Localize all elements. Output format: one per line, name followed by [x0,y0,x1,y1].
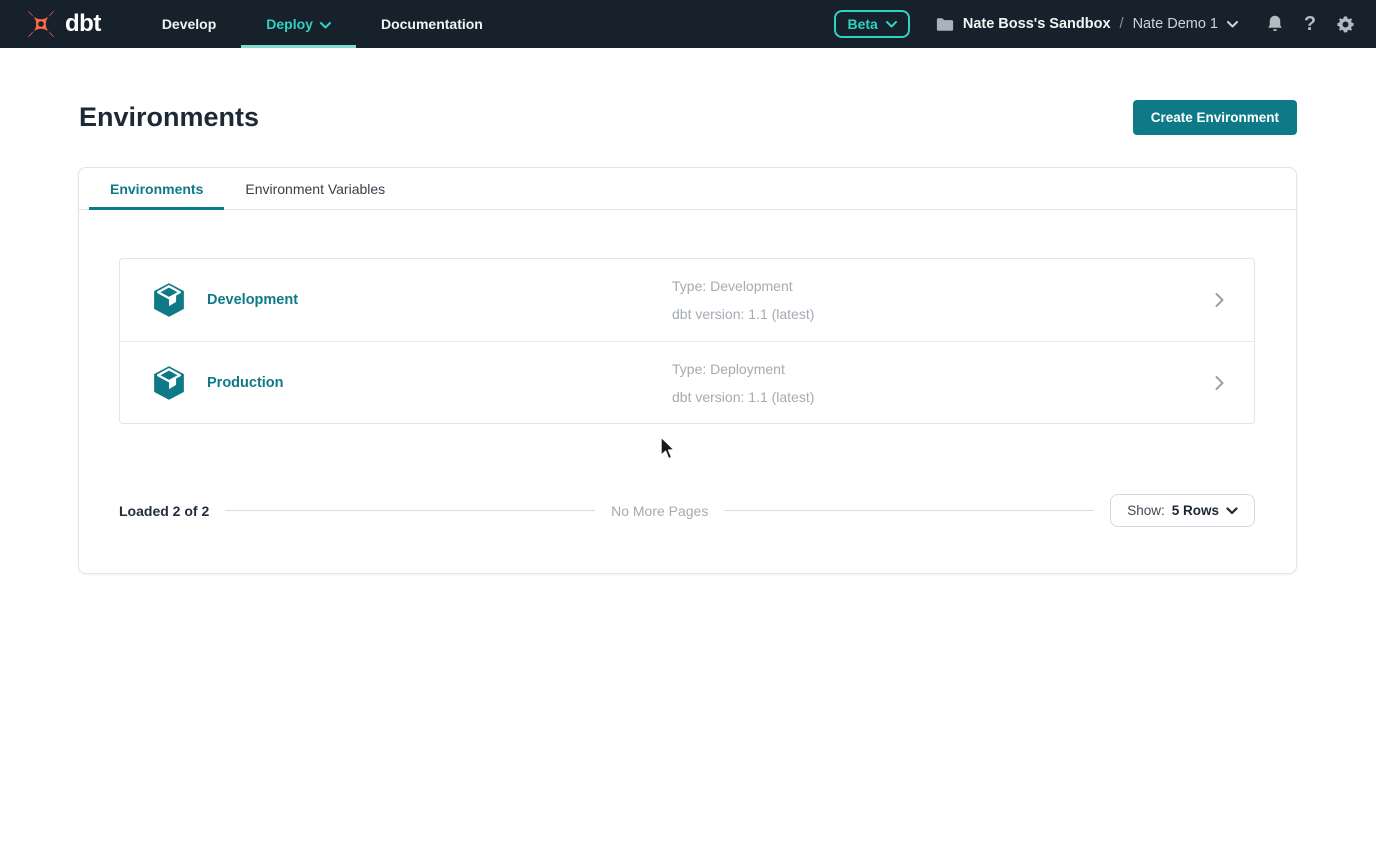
pagination-footer: Loaded 2 of 2 No More Pages Show: 5 Rows [119,494,1255,527]
environment-name[interactable]: Development [207,292,298,308]
help-glyph: ? [1304,14,1316,34]
dbt-logo[interactable]: dbt [24,7,101,41]
environment-name[interactable]: Production [207,375,284,391]
chevron-right-icon [1215,375,1224,390]
breadcrumb-separator: / [1120,16,1124,32]
tab-environment-variables[interactable]: Environment Variables [224,168,406,209]
brand-name: dbt [65,10,101,38]
project-name: Nate Demo 1 [1133,16,1218,32]
environment-list: Development Type: Development dbt versio… [119,258,1255,424]
divider-line [724,510,1094,511]
gear-icon[interactable] [1334,12,1356,36]
loaded-count: Loaded 2 of 2 [119,503,209,519]
tab-environments[interactable]: Environments [89,168,224,209]
help-icon[interactable]: ? [1299,12,1321,36]
nav-label: Deploy [266,16,313,32]
tab-label: Environment Variables [245,181,385,197]
account-breadcrumb[interactable]: Nate Boss's Sandbox / Nate Demo 1 [936,16,1238,32]
environment-info: Type: Deployment dbt version: 1.1 (lates… [672,355,814,411]
environments-page: Environments Create Environment Environm… [78,100,1297,574]
nav-item-documentation[interactable]: Documentation [356,0,508,48]
environment-row-production[interactable]: Production Type: Deployment dbt version:… [120,341,1254,423]
chevron-right-icon [1215,293,1224,308]
show-rows-dropdown[interactable]: Show: 5 Rows [1110,494,1255,527]
tab-bar: Environments Environment Variables [79,168,1296,210]
environment-cube-icon [152,282,186,318]
nav-item-develop[interactable]: Develop [137,0,241,48]
environment-version: dbt version: 1.1 (latest) [672,383,814,411]
nav-item-deploy[interactable]: Deploy [241,0,356,48]
dbt-star-icon [24,7,58,41]
page-header: Environments Create Environment [78,100,1297,135]
bell-icon[interactable] [1264,12,1286,36]
chevron-down-icon [1227,21,1238,28]
beta-label: Beta [847,16,877,32]
show-label: Show: [1127,503,1165,518]
show-value: 5 Rows [1172,503,1219,518]
nav-label: Develop [162,16,216,32]
top-navbar: dbt Develop Deploy Documentation Beta Na… [0,0,1376,48]
environment-cube-icon [152,365,186,401]
navbar-icons: ? [1264,12,1356,36]
chevron-down-icon [886,21,897,28]
environment-info: Type: Development dbt version: 1.1 (late… [672,272,814,328]
no-more-pages-label: No More Pages [611,503,708,519]
environment-type: Type: Development [672,272,814,300]
chevron-down-icon [1226,507,1238,515]
folder-icon [936,17,954,32]
chevron-down-icon [320,22,331,29]
divider-line [225,510,595,511]
beta-dropdown[interactable]: Beta [834,10,909,38]
tab-label: Environments [110,181,203,197]
navbar-right: Beta Nate Boss's Sandbox / Nate Demo 1 [834,10,1356,38]
card-body: Development Type: Development dbt versio… [79,210,1296,573]
account-name: Nate Boss's Sandbox [963,16,1111,32]
environments-card: Environments Environment Variables Devel… [78,167,1297,574]
create-environment-button[interactable]: Create Environment [1133,100,1297,135]
environment-type: Type: Deployment [672,355,814,383]
nav-label: Documentation [381,16,483,32]
environment-row-development[interactable]: Development Type: Development dbt versio… [120,259,1254,341]
environment-version: dbt version: 1.1 (latest) [672,300,814,328]
page-title: Environments [79,102,259,133]
main-nav: Develop Deploy Documentation [137,0,508,48]
